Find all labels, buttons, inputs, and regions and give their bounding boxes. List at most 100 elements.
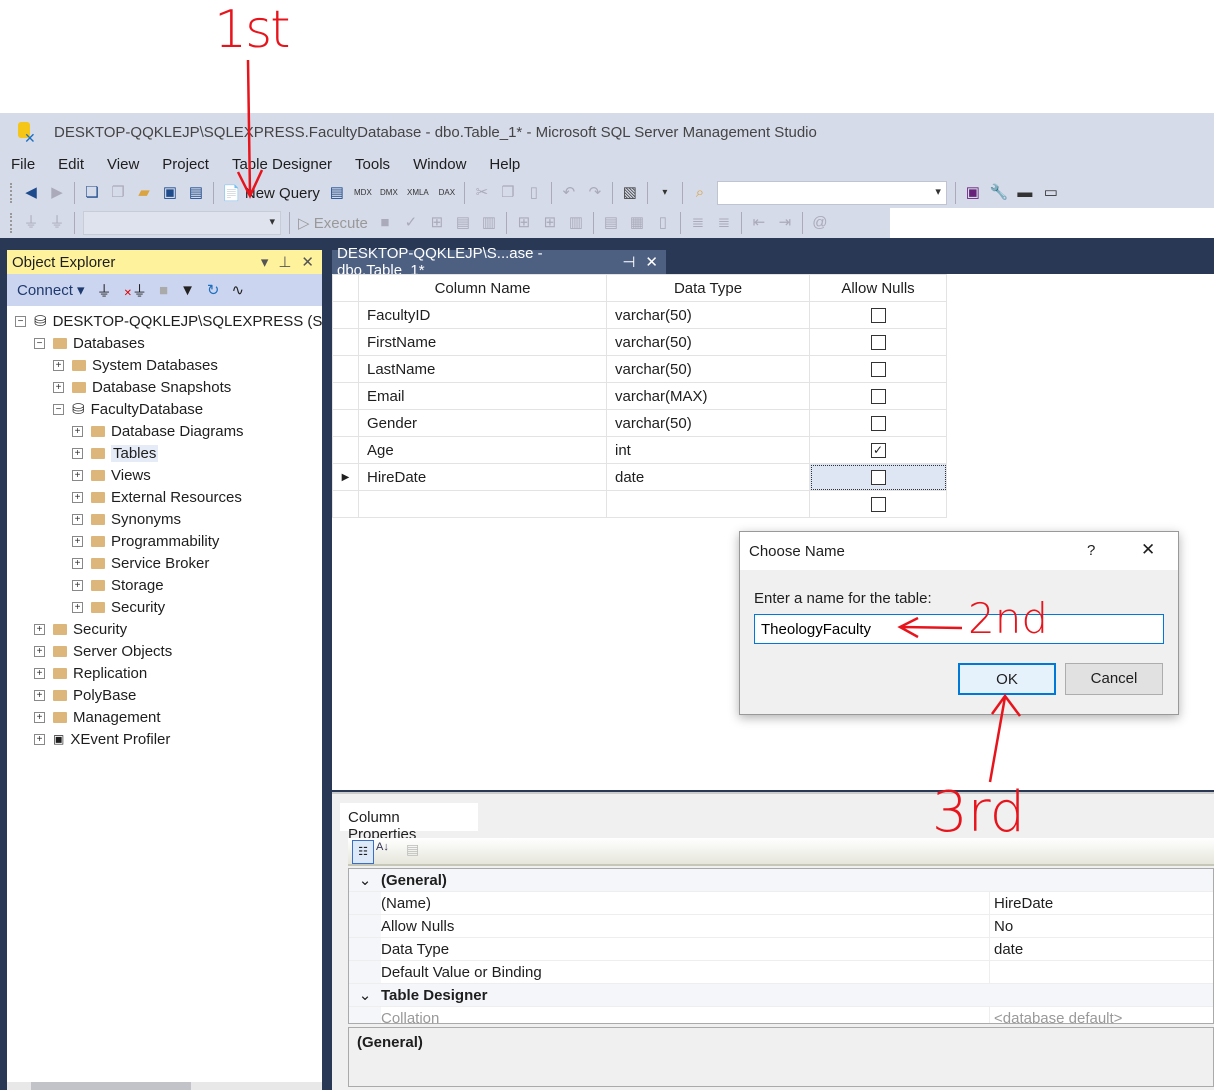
results-icon[interactable]: ▤ xyxy=(454,214,472,232)
connect-button[interactable]: Connect ▾ xyxy=(17,281,85,299)
cut-icon[interactable]: ✂ xyxy=(473,184,491,202)
client-stats-icon[interactable]: ▥ xyxy=(567,214,585,232)
search-combo[interactable] xyxy=(716,181,947,205)
toolbar-grip[interactable] xyxy=(10,183,14,203)
connect-icon[interactable]: ⏚ xyxy=(22,214,40,232)
actual-plan-icon[interactable]: ⊞ xyxy=(515,214,533,232)
property-category[interactable]: ⌄ Table Designer xyxy=(349,984,1213,1007)
table-row[interactable]: Gender varchar(50) xyxy=(332,409,947,437)
pin-icon[interactable]: ⊥ xyxy=(278,253,291,271)
allow-nulls-cell[interactable] xyxy=(809,382,947,410)
row-selector[interactable] xyxy=(332,328,359,356)
specify-template-values-icon[interactable]: @ xyxy=(811,214,829,232)
property-value[interactable]: No xyxy=(989,915,1213,937)
forward-icon[interactable]: ▶ xyxy=(48,184,66,202)
add-item-icon[interactable]: ❐ xyxy=(109,184,127,202)
table-row[interactable]: Age int ✓ xyxy=(332,436,947,464)
menu-view[interactable]: View xyxy=(107,156,139,173)
expand-icon[interactable]: + xyxy=(72,447,83,459)
allow-nulls-checkbox[interactable] xyxy=(870,361,886,377)
property-value[interactable]: HireDate xyxy=(989,892,1213,914)
stop-icon[interactable]: ■ xyxy=(376,214,394,232)
disconnect-icon[interactable]: ✕⏚ xyxy=(124,280,147,301)
collapse-icon[interactable]: − xyxy=(34,337,45,349)
expand-icon[interactable]: + xyxy=(53,381,64,393)
allow-nulls-checkbox[interactable] xyxy=(870,415,886,431)
table-row[interactable]: FacultyID varchar(50) xyxy=(332,301,947,329)
execute-button[interactable]: ▷ Execute xyxy=(298,214,368,232)
categorized-icon[interactable]: ☷ xyxy=(352,840,374,864)
paste-icon[interactable]: ▯ xyxy=(525,184,543,202)
open-folder-icon[interactable]: ▰ xyxy=(135,184,153,202)
property-row[interactable]: (Name) HireDate xyxy=(349,892,1213,915)
property-row[interactable]: Default Value or Binding xyxy=(349,961,1213,984)
allow-nulls-cell[interactable] xyxy=(809,490,947,518)
stop-icon[interactable]: ■ xyxy=(159,282,168,299)
property-value[interactable]: <database default> xyxy=(989,1007,1213,1023)
redo-icon[interactable]: ↷ xyxy=(586,184,604,202)
allow-nulls-checkbox[interactable] xyxy=(870,307,886,323)
expand-icon[interactable]: + xyxy=(34,689,45,701)
close-tab-icon[interactable]: ✕ xyxy=(645,253,658,271)
tree-node[interactable]: + Management xyxy=(7,706,322,728)
filter-icon[interactable]: ▼ xyxy=(180,282,195,299)
tree-node[interactable]: − Databases xyxy=(7,332,322,354)
tree-node[interactable]: + PolyBase xyxy=(7,684,322,706)
cancel-button[interactable]: Cancel xyxy=(1065,663,1163,695)
allow-nulls-cell[interactable] xyxy=(809,328,947,356)
collapse-chevron-icon[interactable]: ⌄ xyxy=(349,871,381,889)
expand-icon[interactable]: + xyxy=(72,601,83,613)
decrease-indent-icon[interactable]: ⇤ xyxy=(750,214,768,232)
tree-node[interactable]: + Database Snapshots xyxy=(7,376,322,398)
table-row[interactable]: ▶ HireDate date xyxy=(332,463,947,491)
tree-node[interactable]: + Server Objects xyxy=(7,640,322,662)
row-selector[interactable] xyxy=(332,382,359,410)
dax-query-icon[interactable]: DAX xyxy=(438,184,456,202)
copy-icon[interactable]: ❐ xyxy=(499,184,517,202)
column-name-cell[interactable]: HireDate xyxy=(358,463,607,491)
back-icon[interactable]: ◀ xyxy=(22,184,40,202)
table-row[interactable]: FirstName varchar(50) xyxy=(332,328,947,356)
parse-icon[interactable]: ✓ xyxy=(402,214,420,232)
dialog-close-icon[interactable]: ✕ xyxy=(1141,540,1155,560)
allow-nulls-cell[interactable] xyxy=(809,301,947,329)
expand-icon[interactable]: + xyxy=(34,645,45,657)
help-button[interactable]: ? xyxy=(1087,542,1095,559)
alphabetical-sort-icon[interactable]: A↓ xyxy=(376,841,389,853)
tree-node[interactable]: −⛁ DESKTOP-QQKLEJP\SQLEXPRESS (SQL Server… xyxy=(7,310,322,332)
tree-node[interactable]: + Security xyxy=(7,618,322,640)
close-icon[interactable]: ✕ xyxy=(301,253,314,271)
live-stats-icon[interactable]: ⊞ xyxy=(541,214,559,232)
data-type-cell[interactable]: date xyxy=(606,463,810,491)
allow-nulls-cell[interactable] xyxy=(809,409,947,437)
menu-help[interactable]: Help xyxy=(489,156,520,173)
xmla-query-icon[interactable]: XMLA xyxy=(406,184,430,202)
data-type-cell[interactable] xyxy=(606,490,810,518)
data-type-cell[interactable]: varchar(50) xyxy=(606,301,810,329)
ok-button[interactable]: OK xyxy=(958,663,1056,695)
command-window-icon[interactable]: ▭ xyxy=(1042,184,1060,202)
expand-icon[interactable]: + xyxy=(34,667,45,679)
column-name-cell[interactable]: FacultyID xyxy=(358,301,607,329)
results-text-icon[interactable]: ▤ xyxy=(602,214,620,232)
tree-node[interactable]: − ⛁ FacultyDatabase xyxy=(7,398,322,420)
property-row[interactable]: Allow Nulls No xyxy=(349,915,1213,938)
available-databases-combo[interactable] xyxy=(83,211,281,235)
expand-icon[interactable]: + xyxy=(34,733,45,745)
new-query-button[interactable]: 📄 New Query xyxy=(222,184,320,202)
change-connection-icon[interactable]: ⏚ xyxy=(48,214,66,232)
allow-nulls-cell[interactable]: ✓ xyxy=(809,436,947,464)
property-value[interactable] xyxy=(989,961,1213,983)
activity-monitor-icon[interactable]: ∿ xyxy=(232,281,245,299)
expand-icon[interactable]: + xyxy=(72,491,83,503)
expand-icon[interactable]: + xyxy=(72,513,83,525)
row-selector[interactable] xyxy=(332,490,359,518)
tree-node[interactable]: + Views xyxy=(7,464,322,486)
save-icon[interactable]: ▣ xyxy=(161,184,179,202)
undo-icon[interactable]: ↶ xyxy=(560,184,578,202)
expand-icon[interactable]: + xyxy=(72,535,83,547)
tree-node[interactable]: + ▣ XEvent Profiler xyxy=(7,728,322,750)
properties-wrench-icon[interactable]: 🔧 xyxy=(990,184,1009,202)
table-row[interactable]: Email varchar(MAX) xyxy=(332,382,947,410)
results-grid-icon[interactable]: ▦ xyxy=(628,214,646,232)
